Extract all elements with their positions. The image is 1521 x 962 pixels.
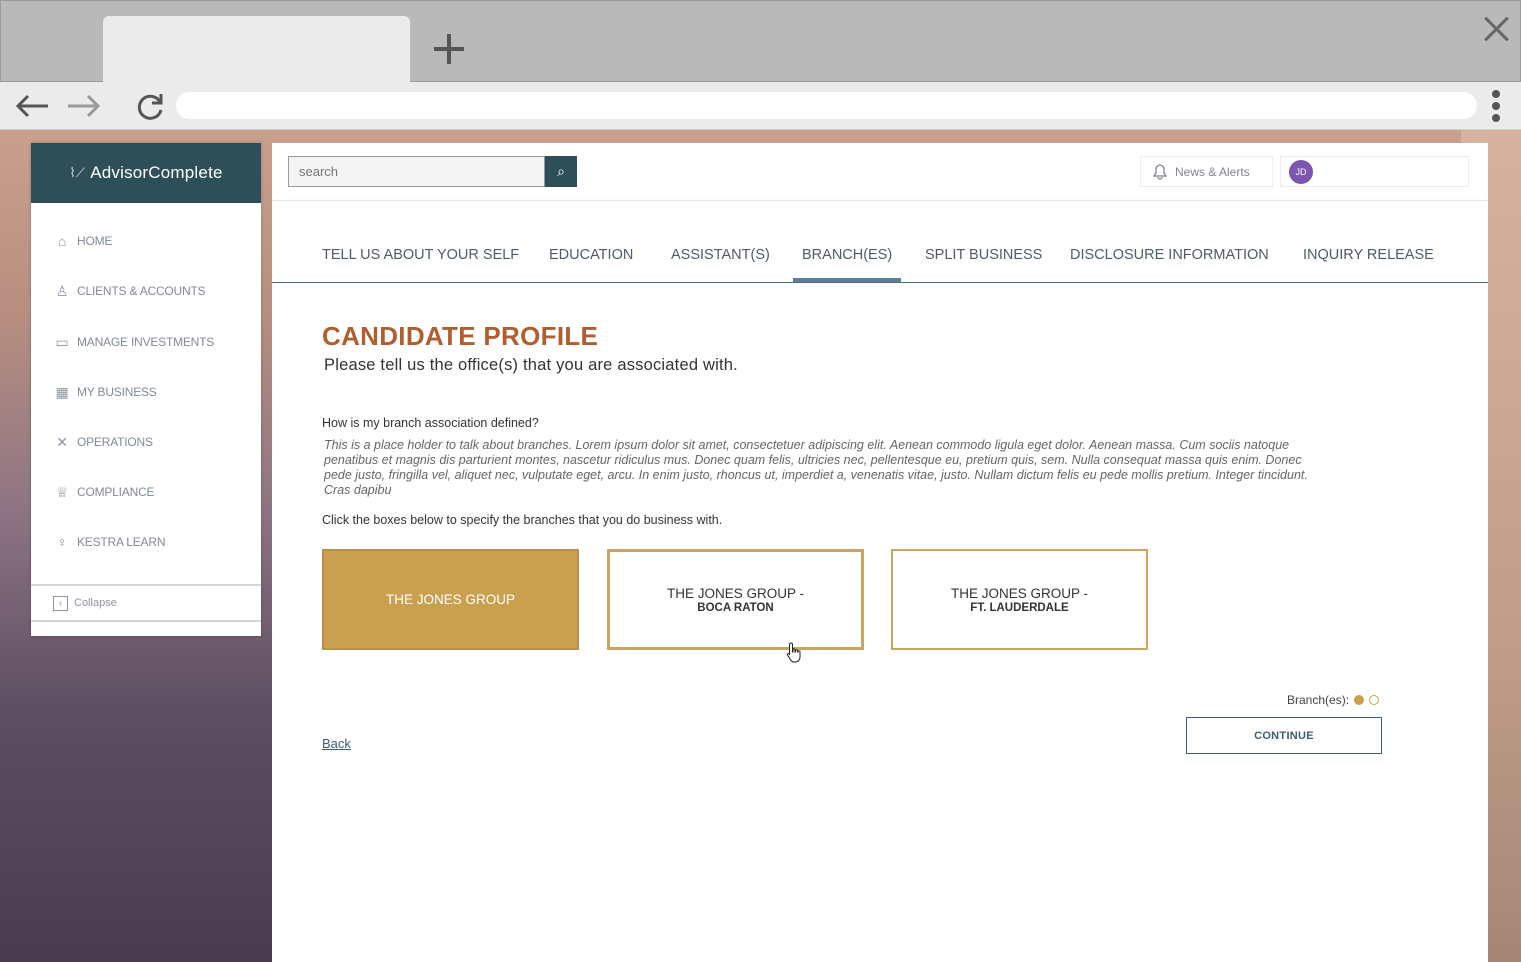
brand-logo[interactable]: ⌇⟋ AdvisorComplete <box>31 143 261 203</box>
page-title: CANDIDATE PROFILE <box>322 321 599 351</box>
branch-card-boca-raton[interactable]: THE JONES GROUP - BOCA RATON <box>607 549 864 650</box>
sidebar-item-label: CLIENTS & ACCOUNTS <box>77 284 206 298</box>
page-viewport: ⌇⟋ AdvisorComplete ⌂ HOME ♙ CLIENTS & AC… <box>0 130 1521 962</box>
active-tab-indicator <box>793 278 901 282</box>
back-link[interactable]: Back <box>322 736 351 751</box>
reload-icon[interactable] <box>134 90 168 122</box>
browser-menu-icon[interactable] <box>1488 90 1504 124</box>
tab-split-business[interactable]: SPLIT BUSINESS <box>925 247 1042 263</box>
branch-card-title: THE JONES GROUP - <box>666 585 805 601</box>
window-close-icon[interactable] <box>1483 15 1511 43</box>
branch-card-location: FT. LAUDERDALE <box>970 601 1069 614</box>
sidebar-item-home[interactable]: ⌂ HOME <box>53 233 113 249</box>
branch-card-jones-group[interactable]: THE JONES GROUP <box>322 549 579 650</box>
browser-tab[interactable] <box>103 16 410 84</box>
sidebar-item-label: MANAGE INVESTMENTS <box>77 335 215 349</box>
sidebar-item-label: MY BUSINESS <box>77 385 157 399</box>
bell-icon <box>1153 163 1167 180</box>
branch-question: How is my branch association defined? <box>322 416 539 430</box>
branch-card-title: THE JONES GROUP <box>385 592 515 607</box>
tab-assistants[interactable]: ASSISTANT(S) <box>671 247 770 263</box>
hand-cursor-icon <box>786 642 801 663</box>
branch-count: Branch(es): <box>1287 693 1380 707</box>
investments-icon: ▭ <box>55 334 69 350</box>
user-menu[interactable]: JD <box>1280 156 1469 187</box>
forward-arrow-icon[interactable] <box>64 90 104 122</box>
operations-icon: ✕ <box>56 434 68 450</box>
back-arrow-icon[interactable] <box>12 90 52 122</box>
brand-mark-icon: ⌇⟋ <box>69 165 86 180</box>
branch-dot-filled <box>1354 695 1365 705</box>
browser-toolbar <box>0 82 1521 130</box>
compliance-icon: ♕ <box>55 484 69 500</box>
news-alerts-label: News & Alerts <box>1175 164 1250 179</box>
sidebar-item-label: KESTRA LEARN <box>77 535 166 549</box>
sidebar-item-label: OPERATIONS <box>77 435 153 449</box>
sidebar-item-compliance[interactable]: ♕ COMPLIANCE <box>53 484 155 500</box>
branch-description: This is a place holder to talk about bra… <box>324 438 1308 497</box>
tab-tell-us-about-yourself[interactable]: TELL US ABOUT YOUR SELF <box>322 247 519 263</box>
lightbulb-icon: ♀ <box>56 534 68 550</box>
search-input[interactable] <box>288 156 545 187</box>
branch-card-location: BOCA RATON <box>697 601 774 614</box>
tab-inquiry-release[interactable]: INQUIRY RELEASE <box>1303 247 1434 263</box>
branch-count-label: Branch(es): <box>1287 693 1350 707</box>
branch-card-title: THE JONES GROUP - <box>950 585 1089 601</box>
tab-branches[interactable]: BRANCH(ES) <box>802 247 892 263</box>
sidebar-item-label: COMPLIANCE <box>77 485 155 499</box>
profile-tabs: TELL US ABOUT YOUR SELF EDUCATION ASSIST… <box>272 231 1488 283</box>
branch-card-ft-lauderdale[interactable]: THE JONES GROUP - FT. LAUDERDALE <box>891 549 1148 650</box>
branch-dot-empty <box>1369 695 1380 705</box>
collapse-icon: ‹ <box>53 595 68 611</box>
home-icon: ⌂ <box>57 233 67 249</box>
new-tab-plus-icon[interactable] <box>431 31 467 67</box>
browser-tab-strip <box>0 0 1521 84</box>
tab-disclosure-information[interactable]: DISCLOSURE INFORMATION <box>1070 247 1269 263</box>
business-icon: ▦ <box>55 384 69 400</box>
tab-education[interactable]: EDUCATION <box>549 247 633 263</box>
sidebar-item-manage-investments[interactable]: ▭ MANAGE INVESTMENTS <box>53 334 214 350</box>
brand-name: AdvisorComplete <box>90 163 223 182</box>
sidebar-item-label: HOME <box>77 234 113 248</box>
continue-button[interactable]: CONTINUE <box>1186 717 1382 754</box>
main-panel: ⌕ News & Alerts JD TELL US ABOUT YOUR SE… <box>272 143 1488 962</box>
branch-instruction: Click the boxes below to specify the bra… <box>322 513 723 527</box>
collapse-button[interactable]: ‹ Collapse <box>31 584 261 622</box>
sidebar-item-clients-accounts[interactable]: ♙ CLIENTS & ACCOUNTS <box>53 283 206 299</box>
clients-icon: ♙ <box>55 283 69 299</box>
sidebar: ⌇⟋ AdvisorComplete ⌂ HOME ♙ CLIENTS & AC… <box>31 143 261 636</box>
avatar: JD <box>1289 159 1313 184</box>
collapse-label: Collapse <box>74 597 117 609</box>
page-subtitle: Please tell us the office(s) that you ar… <box>324 356 738 374</box>
top-bar: ⌕ News & Alerts JD <box>272 143 1488 201</box>
news-alerts-button[interactable]: News & Alerts <box>1140 156 1273 187</box>
search-icon[interactable]: ⌕ <box>545 156 577 187</box>
sidebar-item-operations[interactable]: ✕ OPERATIONS <box>53 434 153 450</box>
sidebar-item-kestra-learn[interactable]: ♀ KESTRA LEARN <box>53 534 166 550</box>
address-bar[interactable] <box>176 92 1477 119</box>
sidebar-item-my-business[interactable]: ▦ MY BUSINESS <box>53 384 157 400</box>
